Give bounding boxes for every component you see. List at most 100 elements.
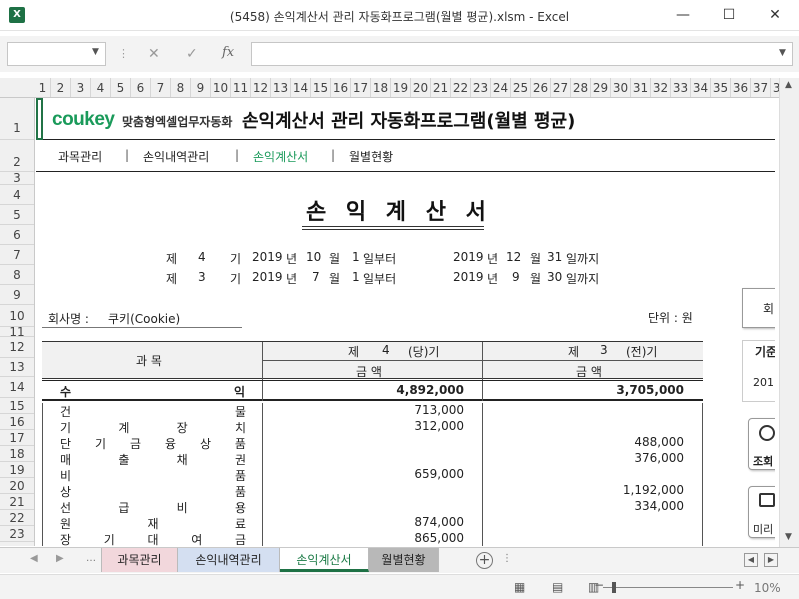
column-header-cell[interactable]: 16 [331,78,351,97]
expand-formula-icon[interactable]: ▼ [779,48,786,58]
more-options-icon[interactable]: ⋮ [118,47,129,60]
column-header-cell[interactable]: 6 [131,78,151,97]
column-header-cell[interactable]: 32 [651,78,671,97]
column-header-cell[interactable]: 19 [391,78,411,97]
row-header-cell[interactable]: 8 [0,265,34,285]
column-header-cell[interactable]: 35 [711,78,731,97]
row-header-cell[interactable]: 13 [0,358,34,377]
chevron-down-icon[interactable]: ▼ [92,47,99,57]
table-row[interactable]: 매 출 채 권 376,000 [42,451,703,467]
column-header-cell[interactable]: 4 [91,78,111,97]
row-header-cell[interactable]: 1 [0,98,34,140]
column-header-cell[interactable]: 22 [451,78,471,97]
sheet-tab[interactable]: 손익계산서 [280,548,369,572]
column-header-cell[interactable]: 28 [571,78,591,97]
column-header-cell[interactable]: 8 [171,78,191,97]
close-button[interactable]: ✕ [760,4,790,26]
column-header-cell[interactable]: 31 [631,78,651,97]
row-header-cell[interactable]: 23 [0,526,34,542]
column-header-cell[interactable]: 23 [471,78,491,97]
nav-item-pl-entries[interactable]: 손익내역관리 [143,148,209,165]
row-header-cell[interactable]: 2 [0,140,34,172]
column-header-cell[interactable]: 3 [71,78,91,97]
tab-next-icon[interactable]: ▶ [56,553,64,564]
row-header-cell[interactable]: 18 [0,446,34,462]
zoom-out-button[interactable]: − [594,578,604,592]
column-header-cell[interactable]: 21 [431,78,451,97]
column-header-cell[interactable]: 5 [111,78,131,97]
column-header-cell[interactable]: 20 [411,78,431,97]
hscroll-right-icon[interactable]: ▶ [764,553,778,567]
formula-input[interactable] [251,42,793,66]
table-row[interactable]: 단 기 금 융 상 품 488,000 [42,435,703,451]
row-header-cell[interactable]: 14 [0,377,34,398]
minimize-button[interactable]: — [668,4,698,26]
table-row[interactable]: 건 물 713,000 [42,403,703,419]
column-header-cell[interactable]: 29 [591,78,611,97]
nav-item-income-statement[interactable]: 손익계산서 [253,148,308,165]
column-header-cell[interactable]: 18 [371,78,391,97]
normal-view-icon[interactable]: ▦ [514,580,525,594]
zoom-slider[interactable] [603,587,733,588]
column-header-cell[interactable]: 27 [551,78,571,97]
vertical-scrollbar[interactable]: ▲ ▼ [779,78,799,547]
worksheet-grid[interactable]: coukey 맞춤형엑셀업무자동화 손익계산서 관리 자동화프로그램(월별 평균… [36,98,775,546]
row-header-cell[interactable]: 4 [0,185,34,205]
row-header-cell[interactable]: 21 [0,494,34,510]
row-header-cell[interactable]: 16 [0,414,34,430]
column-header-cell[interactable]: 14 [291,78,311,97]
tab-more-icon[interactable]: … [86,553,96,564]
column-header-cell[interactable]: 34 [691,78,711,97]
zoom-in-button[interactable]: + [735,578,745,592]
table-row[interactable]: 비 품 659,000 [42,467,703,483]
search-button[interactable]: 조회 [748,418,775,470]
table-row[interactable]: 선 급 비 용 334,000 [42,499,703,515]
cancel-icon[interactable]: ✕ [148,46,160,62]
scroll-down-icon[interactable]: ▼ [785,532,792,542]
maximize-button[interactable]: ☐ [714,4,744,26]
tab-overflow-icon[interactable]: ⋮ [502,553,512,564]
column-header-cell[interactable]: 12 [251,78,271,97]
scroll-up-icon[interactable]: ▲ [785,80,792,90]
row-header-cell[interactable]: 12 [0,337,34,358]
column-header-cell[interactable]: 17 [351,78,371,97]
column-header-cell[interactable]: 7 [151,78,171,97]
row-header-cell[interactable]: 6 [0,225,34,245]
preview-button[interactable]: 미리 [748,486,775,538]
column-header-cell[interactable]: 11 [231,78,251,97]
row-header-cell[interactable]: 17 [0,430,34,446]
column-header-cell[interactable]: 37 [751,78,771,97]
side-button[interactable]: 회 [742,288,775,328]
insert-function-icon[interactable]: fx [222,45,234,60]
sheet-tab[interactable]: 손익내역관리 [178,548,280,572]
row-header-cell[interactable]: 22 [0,510,34,526]
table-row[interactable]: 원 재 료 874,000 [42,515,703,531]
zoom-slider-thumb[interactable] [612,582,616,593]
table-row[interactable]: 장 기 대 여 금 865,000 [42,531,703,546]
table-row[interactable]: 상 품 1,192,000 [42,483,703,499]
row-header-cell[interactable]: 5 [0,205,34,225]
page-layout-icon[interactable]: ▤ [552,580,563,594]
row-header-cell[interactable]: 9 [0,285,34,305]
nav-item-monthly-status[interactable]: 월별현황 [349,148,393,165]
sheet-tab[interactable]: 월별현황 [369,548,439,572]
sheet-tab[interactable]: 과목관리 [101,548,178,572]
column-header-cell[interactable]: 33 [671,78,691,97]
column-header-cell[interactable]: 36 [731,78,751,97]
nav-item-subjects[interactable]: 과목관리 [58,148,102,165]
column-header-cell[interactable]: 1 [35,78,51,97]
column-header-cell[interactable]: 25 [511,78,531,97]
column-header-cell[interactable]: 30 [611,78,631,97]
row-header-cell[interactable]: 3 [0,172,34,185]
column-header-cell[interactable]: 24 [491,78,511,97]
add-sheet-button[interactable]: + [476,552,493,569]
tab-prev-icon[interactable]: ◀ [30,553,38,564]
row-header-cell[interactable]: 11 [0,326,34,338]
hscroll-left-icon[interactable]: ◀ [744,553,758,567]
row-header-cell[interactable]: 7 [0,245,34,265]
column-header-cell[interactable]: 10 [211,78,231,97]
table-row[interactable]: 기 계 장 치 312,000 [42,419,703,435]
row-header-cell[interactable]: 19 [0,462,34,478]
row-header-cell[interactable]: 15 [0,398,34,414]
column-header-cell[interactable]: 26 [531,78,551,97]
